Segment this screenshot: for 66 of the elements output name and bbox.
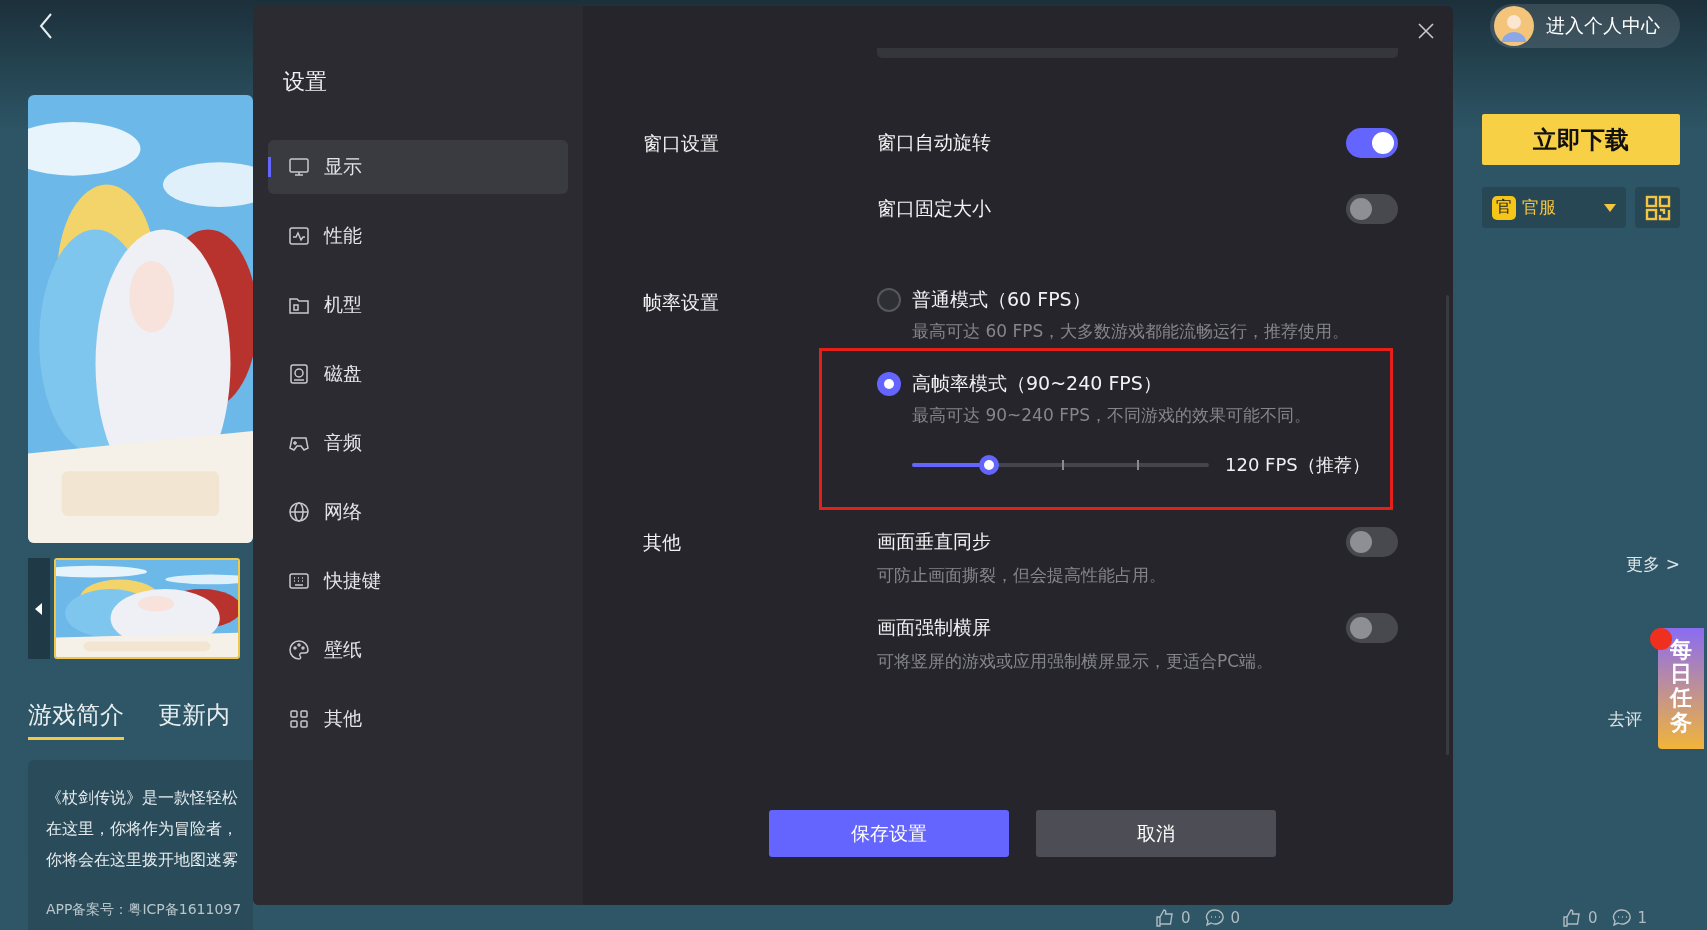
tab[interactable]: 更新内 <box>158 699 230 740</box>
qr-code-button[interactable] <box>1635 187 1680 228</box>
comment-icon[interactable] <box>1611 907 1632 928</box>
radio-button[interactable] <box>877 372 901 396</box>
nav-item[interactable]: 磁盘 <box>268 347 568 401</box>
fps-reading: 120 FPS（推荐） <box>1225 453 1370 477</box>
setting-description: 可防止画面撕裂，但会提高性能占用。 <box>877 564 1167 587</box>
thumbs-up-icon[interactable] <box>1562 907 1582 928</box>
setting-label: 窗口自动旋转 <box>877 130 991 155</box>
option-label: 高帧率模式（90~240 FPS） <box>912 371 1162 396</box>
fps-slider[interactable] <box>912 455 1209 475</box>
count-label: 1 <box>1637 908 1648 927</box>
avatar-icon <box>1494 6 1534 46</box>
toggle-switch[interactable] <box>1346 613 1398 643</box>
download-button[interactable]: 立即下载 <box>1482 114 1680 165</box>
caret-left-icon <box>35 602 43 615</box>
grid-icon <box>288 708 310 730</box>
caret-icon <box>1604 203 1616 212</box>
nav-item[interactable]: 其他 <box>268 692 568 746</box>
notification-dot <box>1650 628 1672 650</box>
comment-link[interactable]: 去评 <box>1608 708 1642 731</box>
description-line: 《杖剑传说》是一款怪轻松 <box>46 787 239 809</box>
palette-icon <box>288 639 310 661</box>
nav-item[interactable]: 网络 <box>268 485 568 539</box>
comment-icon[interactable] <box>1204 907 1225 928</box>
pulse-icon <box>288 225 310 247</box>
option-label: 普通模式（60 FPS） <box>912 287 1091 312</box>
record-number: APP备案号：粤ICP备1611097 <box>46 901 243 919</box>
option-description: 最高可达 90~240 FPS，不同游戏的效果可能不同。 <box>911 404 1312 427</box>
tab[interactable]: 游戏简介 <box>28 699 124 740</box>
toggle-switch[interactable] <box>1346 128 1398 158</box>
description-line: 你将会在这里拨开地图迷雾 <box>46 849 239 871</box>
keyboard-icon <box>288 570 310 592</box>
globe-icon <box>288 501 310 523</box>
cancel-button[interactable]: 取消 <box>1036 810 1276 857</box>
count-label: 0 <box>1230 908 1241 927</box>
nav-item[interactable]: 机型 <box>268 278 568 332</box>
profile-link[interactable]: 进入个人中心 <box>1490 4 1680 48</box>
more-link[interactable]: 更多 > <box>1626 553 1680 576</box>
setting-description: 可将竖屏的游戏或应用强制横屏显示，更适合PC端。 <box>877 650 1275 673</box>
setting-label: 窗口固定大小 <box>877 196 991 221</box>
nav-item[interactable]: 壁纸 <box>268 623 568 677</box>
save-button[interactable]: 保存设置 <box>769 810 1009 857</box>
nav-item[interactable]: 显示 <box>268 140 568 194</box>
monitor-icon <box>288 156 310 178</box>
slider-handle[interactable] <box>979 455 1000 475</box>
option-description: 最高可达 60 FPS，大多数游戏都能流畅运行，推荐使用。 <box>911 320 1351 343</box>
nav-item[interactable]: 快捷键 <box>268 554 568 608</box>
qr-code-icon <box>1644 194 1671 221</box>
count-label: 0 <box>1588 908 1598 927</box>
toggle-switch[interactable] <box>1346 527 1398 557</box>
thumbs-up-icon[interactable] <box>1155 907 1175 928</box>
toggle-switch[interactable] <box>1346 194 1398 224</box>
count-label: 0 <box>1181 908 1191 927</box>
nav-item[interactable]: 音频 <box>268 416 568 470</box>
description-line: 在这里，你将作为冒险者， <box>46 818 239 840</box>
section-label: 窗口设置 <box>643 131 720 156</box>
server-dropdown[interactable]: 官 官服 <box>1482 187 1626 228</box>
dialog-title: 设置 <box>282 68 328 96</box>
back-icon[interactable] <box>38 12 54 40</box>
radio-button[interactable] <box>877 288 901 312</box>
nav-item[interactable]: 性能 <box>268 209 568 263</box>
setting-label: 画面垂直同步 <box>877 529 991 554</box>
section-label: 帧率设置 <box>643 290 720 315</box>
section-label: 其他 <box>643 530 682 555</box>
setting-label: 画面强制横屏 <box>877 615 991 640</box>
